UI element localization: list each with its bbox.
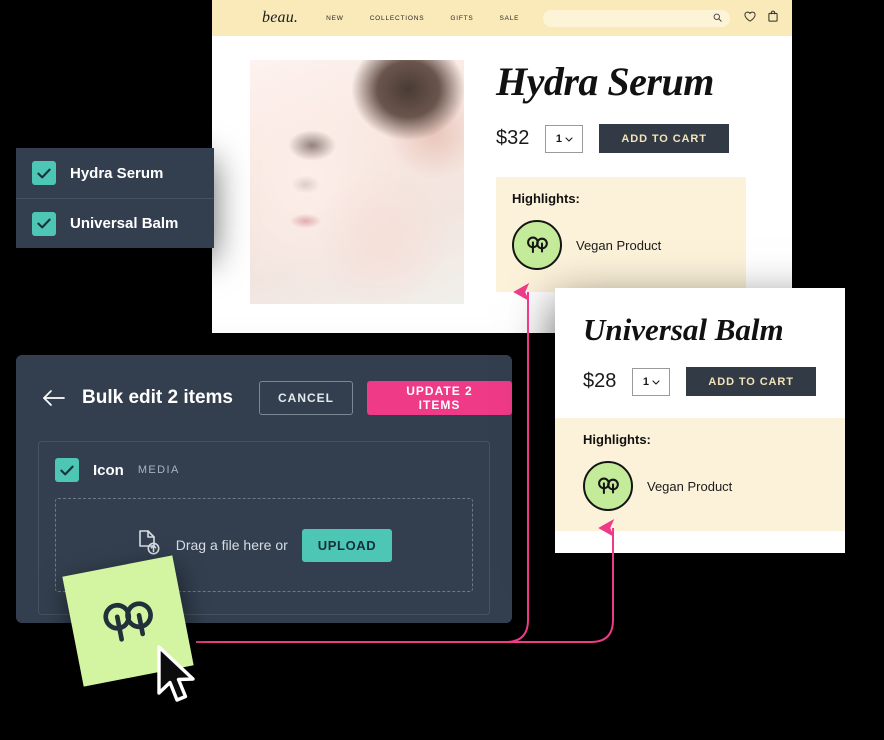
universal-balm-card: Universal Balm $28 1 ADD TO CART Highlig… (555, 288, 845, 553)
list-item-label: Hydra Serum (70, 164, 164, 182)
field-header: Icon MEDIA (55, 458, 473, 482)
file-upload-icon (136, 529, 162, 562)
add-to-cart-button[interactable]: ADD TO CART (599, 124, 729, 153)
balm-buy-row: $28 1 ADD TO CART (583, 367, 845, 396)
product-title: Hydra Serum (496, 59, 714, 104)
list-item[interactable]: Universal Balm (16, 198, 214, 248)
storefront-header: beau. NEW COLLECTIONS GIFTS SALE (212, 0, 792, 36)
heart-icon[interactable] (744, 9, 756, 27)
checkbox-universal-balm[interactable] (32, 211, 56, 236)
highlights-section: Highlights: Vegan Product (496, 177, 746, 292)
brand-logo[interactable]: beau. (262, 9, 298, 27)
search-icon (713, 9, 722, 27)
product-info: Hydra Serum $32 1 ADD TO CART Highlights… (464, 60, 746, 304)
product-photo (250, 60, 464, 304)
balm-highlight-row: Vegan Product (583, 461, 845, 511)
highlight-row: Vegan Product (512, 220, 730, 270)
bulk-edit-header: Bulk edit 2 items CANCEL UPDATE 2 ITEMS (16, 355, 512, 415)
vegan-trees-icon (103, 601, 153, 642)
quantity-select[interactable]: 1 (545, 124, 584, 153)
arrow-left-icon[interactable] (42, 389, 66, 407)
balm-add-to-cart-button[interactable]: ADD TO CART (686, 367, 816, 396)
checkbox-field-icon[interactable] (55, 458, 79, 482)
cancel-button[interactable]: CANCEL (259, 381, 353, 415)
list-item-label: Universal Balm (70, 215, 179, 232)
nav-item-new[interactable]: NEW (326, 15, 344, 22)
update-items-button[interactable]: UPDATE 2 ITEMS (367, 381, 512, 415)
bulk-edit-title: Bulk edit 2 items (82, 387, 233, 408)
checkbox-hydra-serum[interactable] (32, 161, 56, 185)
chevron-down-icon (652, 376, 660, 388)
nav-item-sale[interactable]: SALE (500, 15, 520, 22)
storefront-nav: NEW COLLECTIONS GIFTS SALE (326, 15, 519, 22)
balm-quantity-select[interactable]: 1 (632, 367, 671, 396)
balm-highlight-label: Vegan Product (647, 478, 733, 494)
storefront-preview-card: beau. NEW COLLECTIONS GIFTS SALE Hydra S… (212, 0, 792, 333)
balm-highlights-title: Highlights: (583, 432, 651, 447)
canvas: beau. NEW COLLECTIONS GIFTS SALE Hydra S… (0, 0, 884, 740)
product-price: $32 (496, 127, 530, 149)
balm-quantity-value: 1 (642, 375, 649, 388)
product-list-panel: Hydra Serum Universal Balm (16, 148, 214, 248)
balm-price: $28 (583, 370, 617, 392)
list-item[interactable]: Hydra Serum (16, 148, 214, 198)
balm-highlights-section: Highlights: Vegan Product (555, 418, 845, 531)
mouse-pointer-icon (157, 645, 195, 702)
dropzone-text: Drag a file here or (175, 537, 288, 553)
nav-item-gifts[interactable]: GIFTS (450, 15, 473, 22)
highlights-title: Highlights: (512, 191, 580, 206)
chevron-down-icon (565, 133, 573, 145)
nav-item-collections[interactable]: COLLECTIONS (370, 15, 425, 22)
vegan-trees-icon (512, 220, 562, 270)
vegan-trees-icon (583, 461, 633, 511)
search-input[interactable] (543, 9, 730, 27)
quantity-value: 1 (555, 132, 562, 145)
field-name-label: Icon (93, 461, 124, 479)
balm-title: Universal Balm (583, 312, 784, 347)
upload-button[interactable]: UPLOAD (301, 528, 393, 562)
storefront-product-body: Hydra Serum $32 1 ADD TO CART Highlights… (212, 36, 792, 304)
field-kind-label: MEDIA (137, 464, 180, 476)
shopping-bag-icon[interactable] (768, 9, 778, 27)
highlight-label: Vegan Product (576, 237, 662, 253)
product-buy-row: $32 1 ADD TO CART (496, 124, 746, 153)
storefront-header-icons (744, 9, 778, 27)
